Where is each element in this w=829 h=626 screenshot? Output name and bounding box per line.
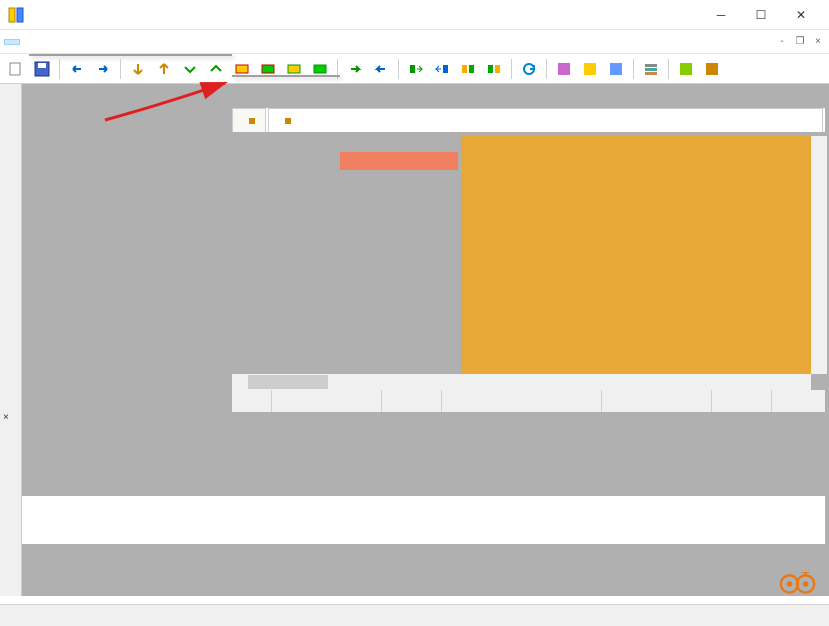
tool-next-diff[interactable]: [126, 57, 150, 81]
tool-x2[interactable]: [578, 57, 602, 81]
menu-help[interactable]: [116, 39, 132, 45]
location-pane: ×: [0, 84, 22, 596]
menu-window[interactable]: [100, 39, 116, 45]
tool-merge-a[interactable]: [456, 57, 480, 81]
horizontal-scrollbar[interactable]: [232, 374, 811, 390]
close-pane-icon[interactable]: ×: [3, 412, 9, 423]
tool-copy-right[interactable]: [343, 57, 367, 81]
title-bar: ─ ☐ ✕: [0, 0, 829, 30]
menu-file[interactable]: [4, 39, 20, 45]
diff-detail-pane[interactable]: [22, 496, 825, 544]
file-headers: [232, 108, 825, 132]
status-bar: [0, 604, 829, 626]
menu-edit[interactable]: [20, 39, 36, 45]
left-eol: [382, 390, 442, 412]
tool-refresh[interactable]: [517, 57, 541, 81]
right-file-header[interactable]: [268, 108, 823, 132]
minimize-button[interactable]: ─: [701, 0, 741, 30]
watermark-logo-icon: [779, 572, 817, 596]
watermark: [779, 572, 823, 596]
tool-redo[interactable]: [91, 57, 115, 81]
right-position: [442, 390, 602, 412]
tool-y1[interactable]: [674, 57, 698, 81]
close-button[interactable]: ✕: [781, 0, 821, 30]
menu-merge[interactable]: [52, 39, 68, 45]
tool-options[interactable]: [639, 57, 663, 81]
tool-down[interactable]: [178, 57, 202, 81]
tool-x1[interactable]: [552, 57, 576, 81]
tool-all-right[interactable]: [404, 57, 428, 81]
maximize-button[interactable]: ☐: [741, 0, 781, 30]
mdi-close-icon[interactable]: ×: [811, 35, 825, 49]
tool-merge-b[interactable]: [482, 57, 506, 81]
mdi-minimize-icon[interactable]: -: [775, 35, 789, 49]
app-icon: [8, 7, 24, 23]
tool-all-left[interactable]: [430, 57, 454, 81]
menu-tools[interactable]: [68, 39, 84, 45]
tool-save[interactable]: [30, 57, 54, 81]
tool-undo[interactable]: [65, 57, 89, 81]
right-text-pane[interactable]: [461, 136, 811, 376]
toolbar: [0, 54, 829, 84]
menu-view[interactable]: [36, 39, 52, 45]
mdi-restore-icon[interactable]: ❐: [793, 35, 807, 49]
left-encoding: [272, 390, 382, 412]
pane-status-bar: [232, 390, 825, 412]
tool-y2[interactable]: [700, 57, 724, 81]
tool-prev-diff[interactable]: [152, 57, 176, 81]
tool-x3[interactable]: [604, 57, 628, 81]
left-file-header[interactable]: [232, 108, 266, 132]
menu-plugins[interactable]: [84, 39, 100, 45]
tool-up[interactable]: [204, 57, 228, 81]
new-3way-submenu: [232, 75, 340, 77]
right-encoding: [602, 390, 712, 412]
left-text-pane[interactable]: [340, 152, 458, 170]
tool-copy-left[interactable]: [369, 57, 393, 81]
work-area: ×: [0, 84, 829, 596]
file-menu-dropdown: [29, 54, 232, 56]
menu-bar: - ❐ ×: [0, 30, 829, 54]
vertical-scrollbar[interactable]: [811, 136, 827, 374]
right-eol: [712, 390, 772, 412]
tool-new[interactable]: [4, 57, 28, 81]
